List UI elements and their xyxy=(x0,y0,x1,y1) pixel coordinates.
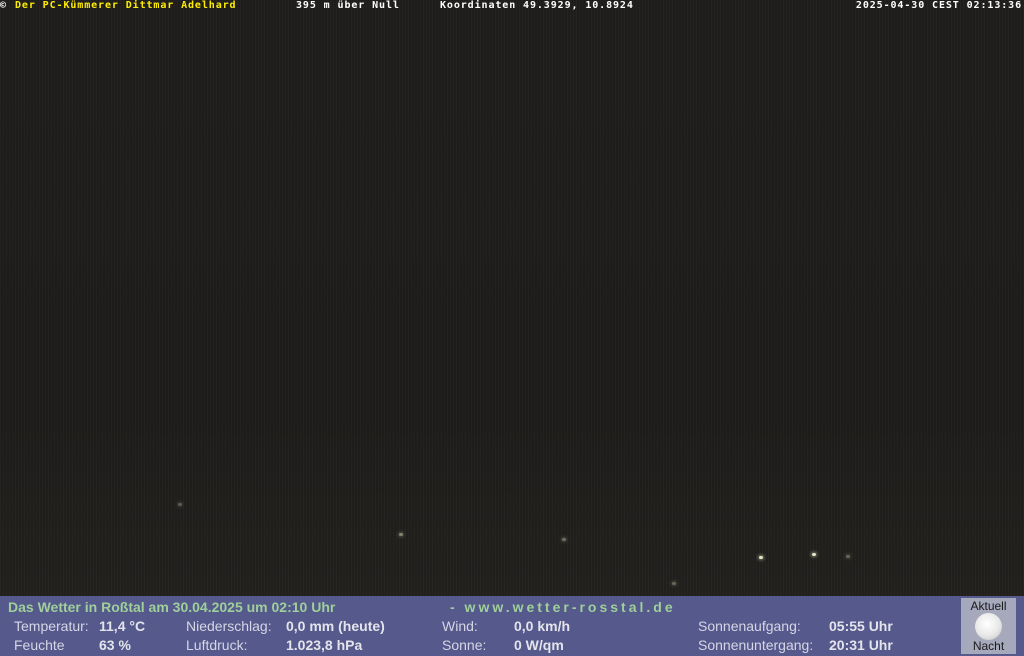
precipitation-value: 0,0 mm (heute) xyxy=(286,618,385,634)
humidity-value: 63 % xyxy=(99,637,131,653)
webcam-overlay-bar: © Der PC-Kümmerer Dittmar Adelhard 395 m… xyxy=(0,0,1024,11)
pressure-value: 1.023,8 hPa xyxy=(286,637,363,653)
distant-light xyxy=(672,582,676,585)
distant-light xyxy=(759,556,763,559)
wind-label: Wind: xyxy=(442,618,478,634)
precipitation-label: Niederschlag: xyxy=(186,618,272,634)
weather-panel: Das Wetter in Roßtal am 30.04.2025 um 02… xyxy=(0,596,1024,656)
moon-night-label: Nacht xyxy=(972,639,1005,653)
sunset-label: Sonnenuntergang: xyxy=(698,637,814,653)
sunrise-label: Sonnenaufgang: xyxy=(698,618,801,634)
capture-timestamp: 2025-04-30 CEST 02:13:36 xyxy=(855,0,1022,11)
altitude-text: 395 m über Null xyxy=(296,0,400,11)
humidity-label: Feuchte xyxy=(14,637,65,653)
sun-label: Sonne: xyxy=(442,637,487,653)
webcam-night-image xyxy=(0,0,1024,596)
distant-light xyxy=(846,555,850,558)
temperature-value: 11,4 °C xyxy=(99,618,146,634)
coordinates-text: Koordinaten 49.3929, 10.8924 xyxy=(440,0,634,11)
distant-light xyxy=(562,538,566,541)
pressure-label: Luftdruck: xyxy=(186,637,248,653)
moon-phase-box: Aktuell Nacht xyxy=(961,598,1016,654)
sunrise-value: 05:55 Uhr xyxy=(829,618,893,634)
sun-value: 0 W/qm xyxy=(514,637,564,653)
distant-light xyxy=(178,503,182,506)
moon-current-label: Aktuell xyxy=(970,599,1007,613)
copyright-symbol: © xyxy=(0,0,7,11)
website-url: - www.wetter-rosstal.de xyxy=(450,599,676,615)
moon-icon xyxy=(975,613,1002,640)
author-credit: Der PC-Kümmerer Dittmar Adelhard xyxy=(15,0,237,11)
distant-light xyxy=(399,533,403,536)
distant-light xyxy=(812,553,816,556)
temperature-label: Temperatur: xyxy=(14,618,89,634)
wind-value: 0,0 km/h xyxy=(514,618,571,634)
weather-headline: Das Wetter in Roßtal am 30.04.2025 um 02… xyxy=(8,599,336,615)
sunset-value: 20:31 Uhr xyxy=(829,637,893,653)
